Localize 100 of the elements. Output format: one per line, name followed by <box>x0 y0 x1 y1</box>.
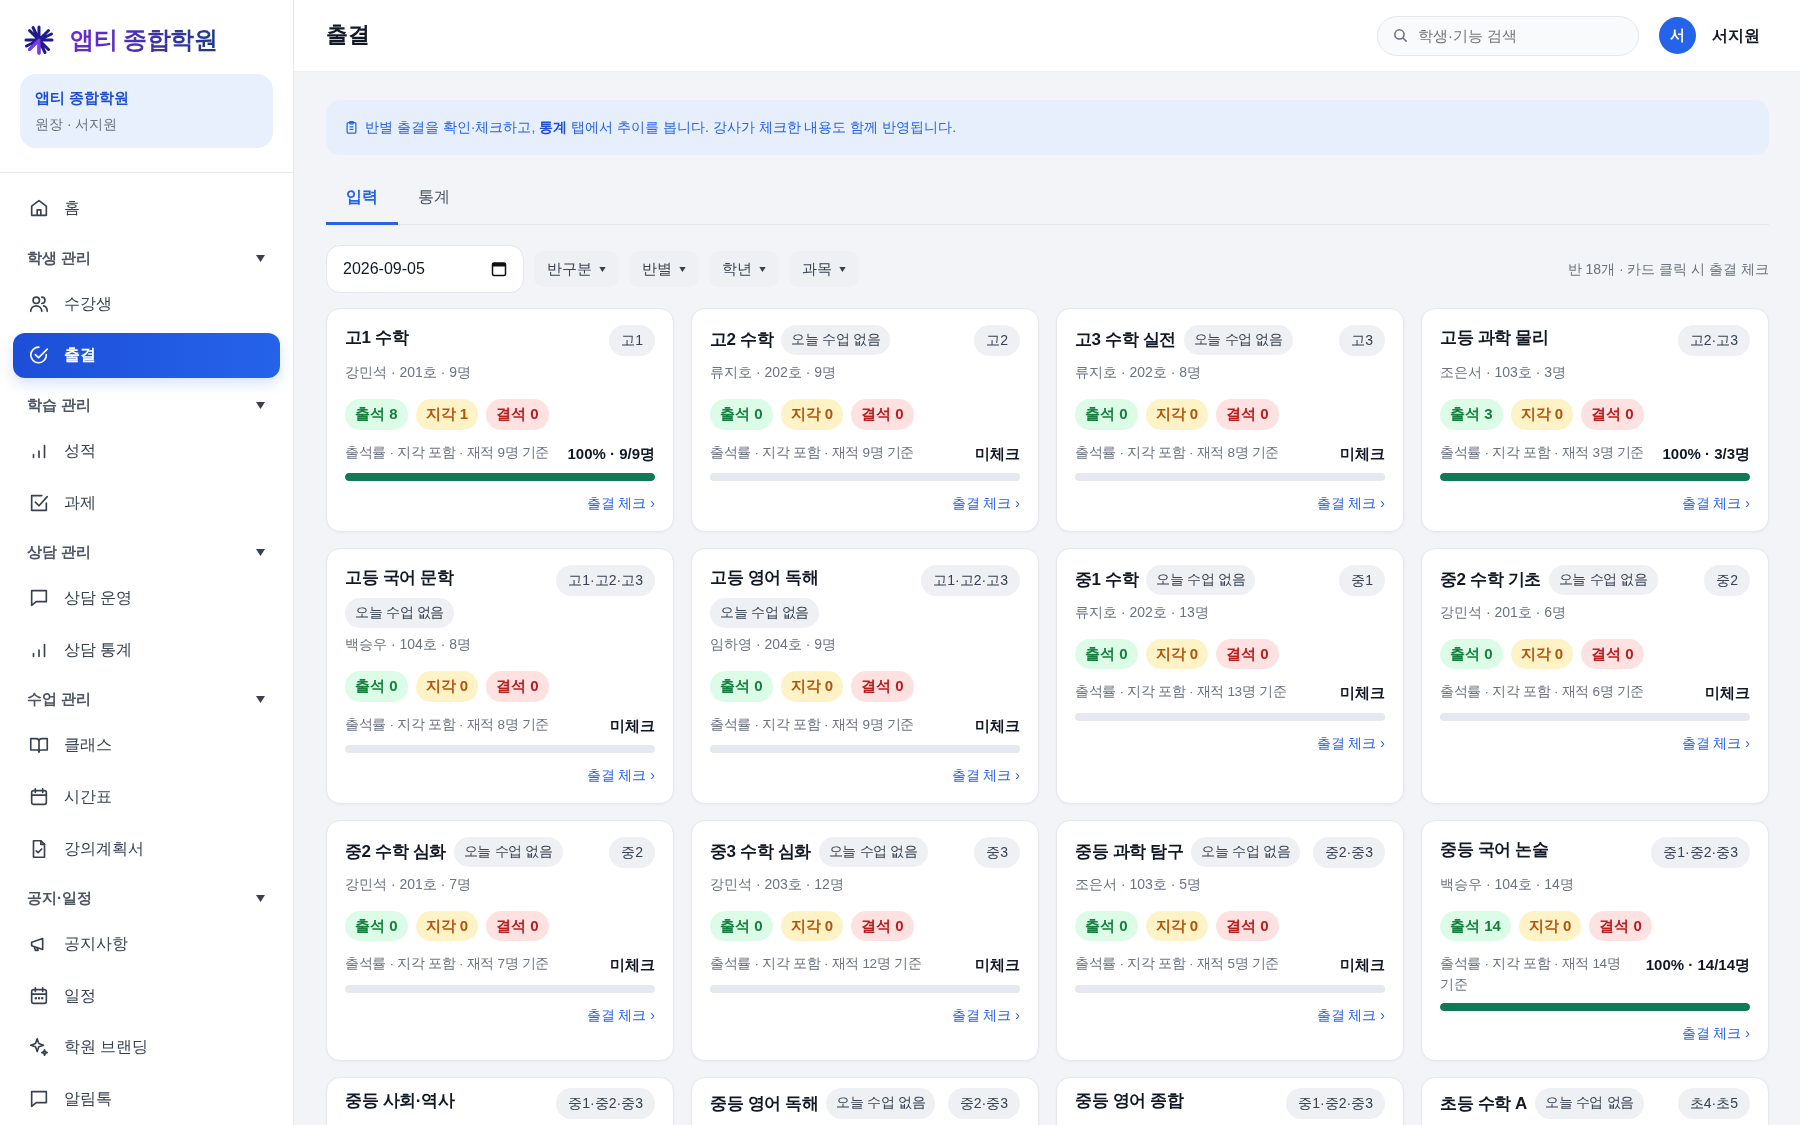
filter-dropdown[interactable]: 반구분 <box>534 251 619 287</box>
search-field[interactable]: 학생·기능 검색 <box>1377 15 1639 56</box>
class-card[interactable]: 중등 영어 독해 오늘 수업 없음 중2·중3 <box>691 1077 1039 1125</box>
class-card[interactable]: 중등 과학 탐구 오늘 수업 없음 중2·중3 조은서 · 103호 · 5명 출석 0 지각 0 결석 0 출석률 · 지각 포함 · 재적 5명 기준 미체크 출결 체크 › <box>1056 819 1404 1062</box>
class-card[interactable]: 고2 수학 오늘 수업 없음 고2 류지호 · 202호 · 9명 출석 0 지각 0 결석 0 출석률 · 지각 포함 · 재적 9명 기준 미체크 출결 체크 › <box>691 308 1039 532</box>
nav-item[interactable]: 알림톡 <box>0 1076 280 1122</box>
count-tag: 결석 0 <box>1216 399 1279 430</box>
nav-item[interactable]: 공지사항 <box>0 921 280 967</box>
rate-basis: 출석률 · 지각 포함 · 재적 9명 기준 <box>345 443 550 462</box>
class-card[interactable]: 고1 수학 고1 강민석 · 201호 · 9명 출석 8 지각 1 결석 0 출석률 · 지각 포함 · 재적 9명 기준 100% · 9/9명 출결 체크 › <box>326 308 674 532</box>
check-link[interactable]: 출결 체크 › <box>951 767 1020 784</box>
sparkle-icon <box>28 1036 50 1059</box>
check-link[interactable]: 출결 체크 › <box>1316 734 1385 751</box>
check-link[interactable]: 출결 체크 › <box>1681 734 1750 751</box>
caret-icon <box>256 894 265 902</box>
nav-item[interactable]: 일정 <box>0 972 280 1019</box>
count-tag: 지각 0 <box>1518 910 1582 942</box>
class-card[interactable]: 중2 수학 기초 오늘 수업 없음 중2 강민석 · 201호 · 6명 출석 0 지각 0 결석 0 출석률 · 지각 포함 · 재적 6명 기준 미체크 출결 체크 › <box>1421 547 1769 804</box>
count-tag: 결석 0 <box>1581 399 1644 430</box>
nav-item[interactable]: 학원 브랜딩 <box>0 1024 280 1071</box>
check-link[interactable]: 출결 체크 › <box>1681 495 1750 511</box>
count-tag: 결석 0 <box>851 399 914 430</box>
rate-basis: 출석률 · 지각 포함 · 재적 14명 기준 <box>1440 955 1622 994</box>
nav-item[interactable]: 과제 <box>0 479 280 526</box>
rate-basis: 출석률 · 지각 포함 · 재적 9명 기준 <box>710 443 915 462</box>
check-link[interactable]: 출결 체크 › <box>586 495 655 511</box>
grade-tag: 중1·중2·중3 <box>556 1088 655 1120</box>
count-tag: 지각 0 <box>780 399 844 430</box>
class-card[interactable]: 고등 국어 문학 오늘 수업 없음 고1·고2·고3 백승우 · 104호 · 8명 출석 0 지각 0 결석 0 출석률 · 지각 포함 · 재적 8명 기준 미체크 출결 체크 › <box>326 547 674 804</box>
count-tag: 지각 0 <box>1145 638 1209 669</box>
nav-item[interactable]: 상담 통계 <box>0 626 280 673</box>
nav-section[interactable]: 공지·일정 <box>0 878 293 919</box>
nav-item[interactable]: 성적 <box>0 428 280 474</box>
org-role: 원장 · 서지원 <box>35 114 119 134</box>
grade-tag: 중2 <box>1704 564 1750 596</box>
filter-dropdown[interactable]: 과목 <box>789 251 859 287</box>
check-link[interactable]: 출결 체크 › <box>951 1006 1020 1023</box>
class-info: 강민석 · 201호 · 9명 <box>345 363 473 382</box>
caret-icon <box>256 696 265 703</box>
class-info: 류지호 · 202호 · 13명 <box>1075 602 1210 622</box>
rate-result: 미체크 <box>610 715 655 736</box>
class-card[interactable]: 중등 사회·역사 중1·중2·중3 <box>326 1077 674 1125</box>
calendar-icon <box>28 984 50 1007</box>
nav-item[interactable]: 출결 <box>13 332 280 379</box>
date-field[interactable]: 2026-09-05 <box>326 245 524 293</box>
check-link[interactable]: 출결 체크 › <box>951 495 1020 511</box>
count-tag: 결석 0 <box>1216 910 1279 942</box>
rate-result: 미체크 <box>975 715 1020 736</box>
class-card[interactable]: 고등 영어 독해 오늘 수업 없음 고1·고2·고3 임하영 · 204호 · 9명 출석 0 지각 0 결석 0 출석률 · 지각 포함 · 재적 9명 기준 미체크 출결 체크 › <box>691 547 1039 804</box>
calendar-icon <box>491 261 507 277</box>
class-card[interactable]: 중등 영어 종합 중1·중2·중3 <box>1056 1077 1404 1125</box>
check-link[interactable]: 출결 체크 › <box>1681 1024 1750 1041</box>
nav-item[interactable]: 홈 <box>0 185 280 232</box>
nav-item[interactable]: 시간표 <box>0 774 280 820</box>
rate-basis: 출석률 · 지각 포함 · 재적 3명 기준 <box>1440 443 1645 462</box>
tab[interactable]: 입력 <box>326 173 398 225</box>
class-title: 고등 영어 독해 <box>710 566 819 589</box>
class-card[interactable]: 고3 수학 실전 오늘 수업 없음 고3 류지호 · 202호 · 8명 출석 0 지각 0 결석 0 출석률 · 지각 포함 · 재적 8명 기준 미체크 출결 체크 › <box>1056 308 1404 532</box>
caret-icon <box>759 266 766 272</box>
class-info: 조은서 · 103호 · 3명 <box>1440 363 1568 382</box>
class-card[interactable]: 중1 수학 오늘 수업 없음 중1 류지호 · 202호 · 13명 출석 0 지각 0 결석 0 출석률 · 지각 포함 · 재적 13명 기준 미체크 출결 체크 › <box>1056 547 1404 804</box>
nav-item[interactable]: 강의계획서 <box>0 825 280 872</box>
check-link[interactable]: 출결 체크 › <box>586 1006 655 1023</box>
status-tag: 오늘 수업 없음 <box>781 325 891 356</box>
nav-section[interactable]: 학생 관리 <box>0 238 293 278</box>
count-tag: 지각 0 <box>780 910 844 942</box>
nav-section[interactable]: 학습 관리 <box>0 385 293 426</box>
filter-dropdown[interactable]: 반별 <box>629 251 699 287</box>
count-tag: 결석 0 <box>486 910 549 942</box>
count-tag: 출석 0 <box>1440 638 1503 669</box>
class-card[interactable]: 중2 수학 심화 오늘 수업 없음 중2 강민석 · 201호 · 7명 출석 0 지각 0 결석 0 출석률 · 지각 포함 · 재적 7명 기준 미체크 출결 체크 › <box>326 819 674 1062</box>
class-card[interactable]: 중3 수학 심화 오늘 수업 없음 중3 강민석 · 203호 · 12명 출석 0 지각 0 결석 0 출석률 · 지각 포함 · 재적 12명 기준 미체크 출결 체크 › <box>691 819 1039 1062</box>
caret-icon <box>256 548 265 556</box>
class-card[interactable]: 초등 수학 A 오늘 수업 없음 초4·초5 <box>1421 1077 1769 1125</box>
rate-basis: 출석률 · 지각 포함 · 재적 9명 기준 <box>710 715 915 734</box>
count-tag: 결석 0 <box>1216 638 1279 669</box>
rate-result: 100% · 3/3명 <box>1662 443 1750 464</box>
class-card[interactable]: 고등 과학 물리 고2·고3 조은서 · 103호 · 3명 출석 3 지각 0 결석 0 출석률 · 지각 포함 · 재적 3명 기준 100% · 3/3명 출결 체크 › <box>1421 308 1769 532</box>
status-tag: 오늘 수업 없음 <box>453 836 563 867</box>
nav-item[interactable]: 상담 운영 <box>0 575 280 621</box>
nav-item[interactable]: 클래스 <box>0 722 280 769</box>
rate-result: 미체크 <box>610 955 655 976</box>
check-link[interactable]: 출결 체크 › <box>586 767 655 784</box>
count-tag: 출석 3 <box>1440 399 1503 430</box>
grade-tag: 고1·고2·고3 <box>556 564 655 596</box>
avatar[interactable]: 서 <box>1659 17 1696 54</box>
count-tag: 지각 0 <box>1145 910 1209 942</box>
class-card[interactable]: 중등 국어 논술 중1·중2·중3 백승우 · 104호 · 14명 출석 14 지각 0 결석 0 출석률 · 지각 포함 · 재적 14명 기준 100% · 14/14명 출결 체크 › <box>1421 819 1769 1062</box>
class-title: 고3 수학 실전 <box>1075 329 1176 352</box>
nav-section[interactable]: 상담 관리 <box>0 532 293 573</box>
tab[interactable]: 통계 <box>398 173 470 225</box>
grade-tag: 고2·고3 <box>1677 325 1750 356</box>
class-title: 고등 과학 물리 <box>1440 327 1549 349</box>
check-link[interactable]: 출결 체크 › <box>1316 1006 1385 1023</box>
filter-dropdown[interactable]: 학년 <box>709 251 779 287</box>
check-link[interactable]: 출결 체크 › <box>1316 495 1385 511</box>
nav-item[interactable]: 수강생 <box>0 280 280 327</box>
count-tag: 지각 0 <box>780 671 844 702</box>
rate-basis: 출석률 · 지각 포함 · 재적 12명 기준 <box>710 955 922 974</box>
nav-section[interactable]: 수업 관리 <box>0 679 293 720</box>
